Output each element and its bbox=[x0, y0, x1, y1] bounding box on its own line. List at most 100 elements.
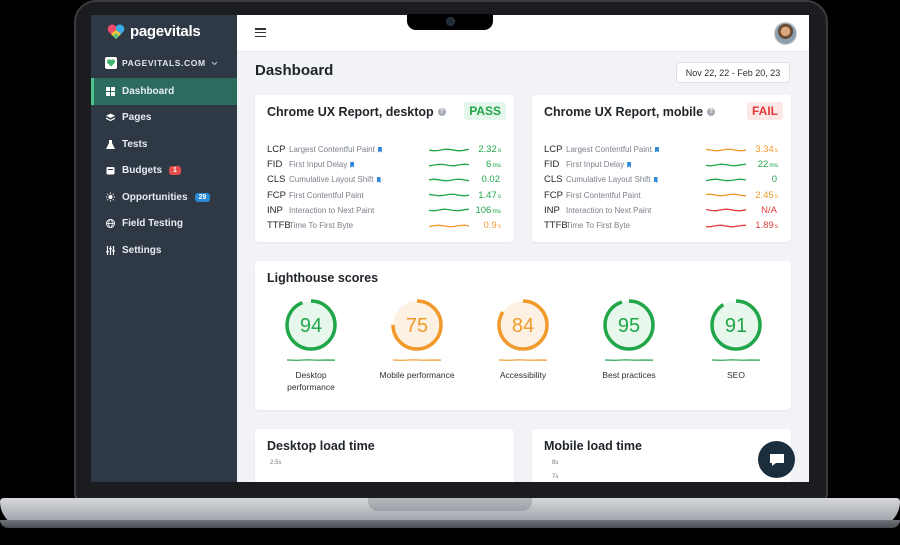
score-gauge: 94 bbox=[285, 299, 337, 351]
metric-row-cls[interactable]: CLS Cumulative Layout Shift 0.02 bbox=[267, 172, 503, 187]
chat-bubble-icon bbox=[769, 453, 784, 466]
score-value: 94 bbox=[300, 315, 322, 337]
core-vital-flag-icon bbox=[376, 176, 381, 183]
metric-row-ttfb[interactable]: TTFB Time To First Byte 0.9s bbox=[267, 218, 503, 233]
sidebar-item-field-testing[interactable]: Field Testing bbox=[91, 211, 237, 238]
app-logo[interactable]: pagevitals bbox=[107, 23, 201, 40]
metric-name: Time To First Byte bbox=[566, 221, 706, 230]
metric-abbr: FCP bbox=[267, 189, 286, 201]
core-vital-flag-icon bbox=[653, 176, 658, 183]
laptop-base bbox=[0, 498, 900, 528]
metric-row-inp[interactable]: INP Interaction to Next Paint N/A bbox=[544, 203, 780, 218]
sidebar-item-label: Pages bbox=[122, 112, 152, 124]
metric-value: 2.32s bbox=[469, 144, 501, 155]
mobile-load-axis-second: 7s bbox=[552, 474, 559, 480]
metric-row-lcp[interactable]: LCP Largest Contentful Paint 2.32s bbox=[267, 142, 503, 157]
metric-value-number: 2.32 bbox=[478, 144, 497, 156]
metric-row-cls[interactable]: CLS Cumulative Layout Shift 0 bbox=[544, 172, 780, 187]
score-desktop-performance[interactable]: 94 Desktop performance bbox=[258, 297, 364, 393]
metric-value: 1.47s bbox=[469, 190, 501, 201]
score-label: Desktop performance bbox=[287, 370, 335, 392]
metric-abbr: FID bbox=[544, 159, 560, 171]
metric-value-number: N/A bbox=[761, 204, 777, 216]
metric-row-fcp[interactable]: FCP First Contentful Paint 1.47s bbox=[267, 188, 503, 203]
sidebar-item-opportunities[interactable]: Opportunities 29 bbox=[91, 184, 237, 211]
metric-value: 1.89s bbox=[746, 220, 778, 231]
metric-value: N/A bbox=[746, 205, 778, 216]
score-gauge: 75 bbox=[391, 299, 443, 351]
metric-abbr: TTFB bbox=[267, 220, 291, 232]
metric-name: First Contentful Paint bbox=[566, 191, 706, 200]
metric-unit: s bbox=[774, 147, 778, 155]
score-sparkline bbox=[287, 359, 335, 361]
score-accessibility[interactable]: 84 Accessibility bbox=[470, 297, 576, 381]
crux-mobile-verdict: FAIL bbox=[747, 102, 783, 120]
metric-name-text: Time To First Byte bbox=[566, 221, 631, 231]
sidebar-item-settings[interactable]: Settings bbox=[91, 237, 237, 264]
metric-value: 2.45s bbox=[746, 190, 778, 201]
sidebar-item-budgets[interactable]: Budgets 1 bbox=[91, 158, 237, 185]
chat-button[interactable] bbox=[758, 441, 795, 478]
score-gauge: 91 bbox=[710, 299, 762, 351]
score-mobile-performance[interactable]: 75 Mobile performance bbox=[364, 297, 470, 381]
metric-value-number: 3.34 bbox=[755, 144, 774, 156]
core-vital-flag-icon bbox=[627, 161, 632, 168]
crux-desktop-verdict: PASS bbox=[464, 102, 506, 120]
metric-row-fid[interactable]: FID First Input Delay 6ms bbox=[267, 157, 503, 172]
laptop-base-shade bbox=[0, 520, 900, 528]
site-selector[interactable]: PAGEVITALS.COM bbox=[105, 57, 218, 69]
metric-sparkline bbox=[429, 224, 469, 227]
lighthouse-card: Lighthouse scores 94 Desktop performance 7… bbox=[255, 261, 791, 410]
metric-name: First Input Delay bbox=[289, 160, 429, 169]
metric-row-fid[interactable]: FID First Input Delay 22ms bbox=[544, 157, 780, 172]
metric-abbr: LCP bbox=[544, 144, 563, 156]
hamburger-menu-icon[interactable] bbox=[255, 28, 266, 38]
score-seo[interactable]: 91 SEO bbox=[683, 297, 789, 381]
metric-value-number: 1.89 bbox=[755, 220, 774, 232]
metric-sparkline bbox=[429, 163, 469, 167]
score-best-practices[interactable]: 95 Best practices bbox=[576, 297, 682, 381]
top-bar bbox=[237, 15, 809, 52]
desktop-load-card: Desktop load time 2.5s bbox=[255, 429, 514, 482]
metric-abbr: CLS bbox=[544, 174, 563, 186]
crux-mobile-title: Chrome UX Report, mobile ? bbox=[544, 105, 716, 119]
score-value: 84 bbox=[512, 315, 534, 337]
metric-name-text: Largest Contentful Paint bbox=[566, 145, 652, 155]
score-sparkline bbox=[393, 359, 441, 361]
sidebar-item-pages[interactable]: Pages bbox=[91, 105, 237, 132]
metric-value: 3.34s bbox=[746, 144, 778, 155]
flask-icon bbox=[106, 139, 115, 149]
metric-row-inp[interactable]: INP Interaction to Next Paint 106ms bbox=[267, 203, 503, 218]
metric-name: Cumulative Layout Shift bbox=[289, 175, 429, 184]
date-range-picker[interactable]: Nov 22, 22 - Feb 20, 23 bbox=[676, 62, 790, 83]
metric-unit: ms bbox=[769, 162, 778, 170]
score-gauge: 84 bbox=[497, 299, 549, 351]
sidebar-item-label: Settings bbox=[122, 244, 162, 256]
metric-row-fcp[interactable]: FCP First Contentful Paint 2.45s bbox=[544, 188, 780, 203]
metric-row-lcp[interactable]: LCP Largest Contentful Paint 3.34s bbox=[544, 142, 780, 157]
metric-abbr: TTFB bbox=[544, 220, 568, 232]
metric-value-number: 0.02 bbox=[481, 174, 501, 186]
score-label: Mobile performance bbox=[379, 370, 455, 380]
help-icon[interactable]: ? bbox=[437, 108, 446, 116]
metric-abbr: CLS bbox=[267, 174, 286, 186]
sidebar-item-label: Field Testing bbox=[122, 218, 183, 230]
metric-sparkline bbox=[706, 224, 746, 227]
metric-value: 106ms bbox=[469, 205, 501, 216]
metric-sparkline bbox=[429, 208, 469, 212]
laptop-groove bbox=[368, 498, 532, 511]
user-avatar[interactable] bbox=[774, 22, 797, 45]
metric-unit: s bbox=[497, 192, 501, 200]
sidebar-item-dashboard[interactable]: Dashboard bbox=[91, 78, 237, 105]
metric-sparkline bbox=[429, 148, 469, 152]
metric-row-ttfb[interactable]: TTFB Time To First Byte 1.89s bbox=[544, 218, 780, 233]
sidebar-item-label: Dashboard bbox=[122, 85, 175, 97]
metric-name: First Input Delay bbox=[566, 160, 706, 169]
metric-sparkline bbox=[429, 178, 469, 182]
metric-name-text: First Input Delay bbox=[289, 160, 348, 170]
metric-name-text: Interaction to Next Paint bbox=[566, 205, 652, 215]
core-vital-flag-icon bbox=[654, 146, 659, 153]
help-icon[interactable]: ? bbox=[707, 108, 716, 116]
sidebar-item-tests[interactable]: Tests bbox=[91, 131, 237, 158]
crux-desktop-title: Chrome UX Report, desktop ? bbox=[267, 105, 446, 119]
